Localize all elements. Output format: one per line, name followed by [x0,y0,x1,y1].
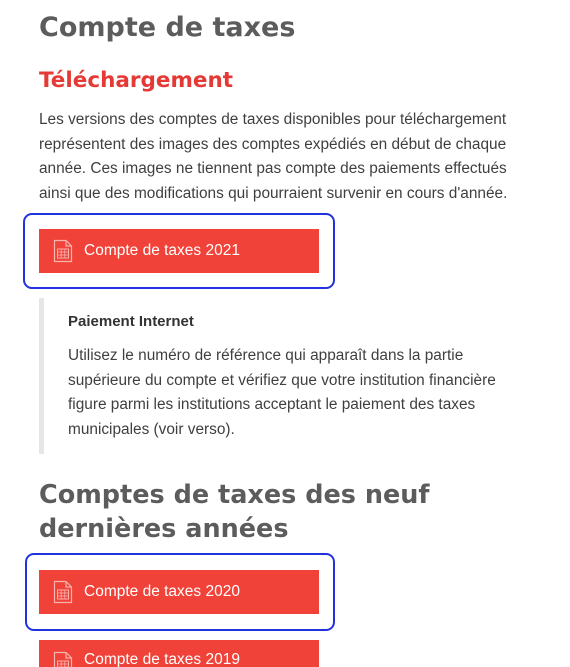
download-heading: Téléchargement [39,68,234,93]
payment-note-title: Paiement Internet [68,313,194,330]
document-icon [53,651,73,667]
payment-note-body: Utilisez le numéro de référence qui appa… [68,347,496,438]
download-2021-label: Compte de taxes 2021 [84,242,240,259]
payment-note: Paiement Internet Utilisez le numéro de … [39,298,519,454]
download-2021-button[interactable]: Compte de taxes 2021 [39,229,319,273]
previous-years-heading: Comptes de taxes des neuf dernières anné… [39,480,430,544]
intro-paragraph: Les versions des comptes de taxes dispon… [39,111,508,202]
download-2020-label: Compte de taxes 2020 [84,583,240,600]
document-icon [53,580,73,604]
page-title: Compte de taxes [39,12,296,43]
download-2019-label: Compte de taxes 2019 [84,651,240,667]
document-icon [53,239,73,263]
download-2020-button[interactable]: Compte de taxes 2020 [39,570,319,614]
download-2019-button[interactable]: Compte de taxes 2019 [39,640,319,667]
